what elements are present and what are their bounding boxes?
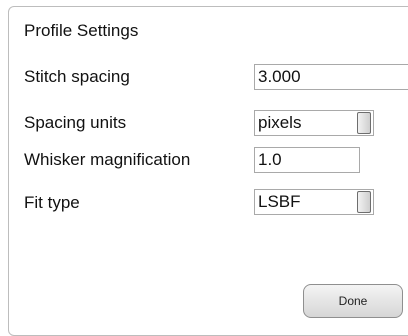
dialog-title: Profile Settings bbox=[24, 21, 139, 40]
spacing-units-value: pixels bbox=[258, 113, 302, 132]
dropdown-handle-icon[interactable] bbox=[357, 112, 371, 134]
dropdown-handle-icon[interactable] bbox=[357, 191, 371, 213]
whisker-magnification-label: Whisker magnification bbox=[24, 150, 191, 169]
stitch-spacing-label: Stitch spacing bbox=[24, 67, 130, 86]
whisker-magnification-input[interactable]: 1.0 bbox=[254, 147, 360, 173]
fit-type-select[interactable]: LSBF bbox=[254, 189, 374, 215]
spacing-units-select[interactable]: pixels bbox=[254, 110, 374, 136]
fit-type-label: Fit type bbox=[24, 193, 80, 212]
done-button[interactable]: Done bbox=[303, 284, 403, 318]
fit-type-value: LSBF bbox=[258, 192, 301, 211]
spacing-units-label: Spacing units bbox=[24, 113, 127, 132]
stitch-spacing-input[interactable]: 3.000 bbox=[254, 64, 408, 90]
